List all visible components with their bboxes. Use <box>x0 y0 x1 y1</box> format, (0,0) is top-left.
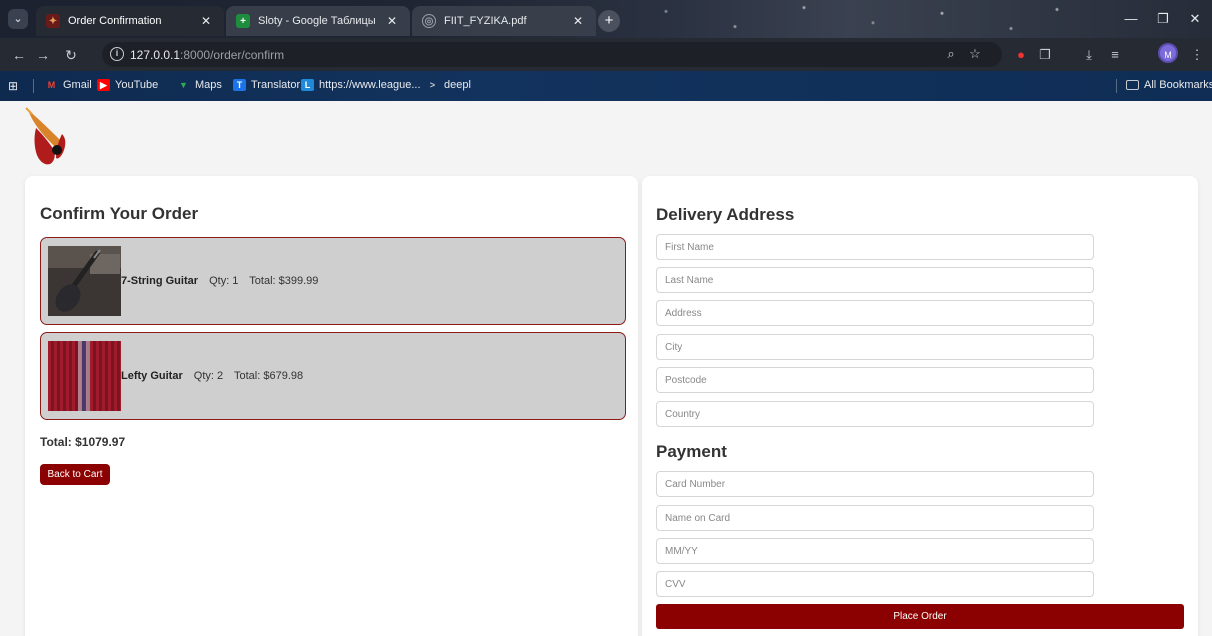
tab-order-confirmation[interactable]: ✦ Order Confirmation ✕ <box>36 6 224 36</box>
close-icon[interactable]: ✕ <box>198 14 214 28</box>
order-item-details: 7-String Guitar Qty: 1 Total: $399.99 <box>121 275 326 287</box>
product-image <box>48 246 121 316</box>
sheets-icon: + <box>236 14 250 28</box>
address-field[interactable] <box>656 300 1094 326</box>
reading-list-icon[interactable]: ≡ <box>1104 44 1126 66</box>
card-number-field[interactable] <box>656 471 1094 497</box>
last-name-field[interactable] <box>656 267 1094 293</box>
bookmark-separator <box>1116 79 1117 93</box>
download-icon[interactable]: ⤓ <box>1078 44 1100 66</box>
product-total: Total: $679.98 <box>234 370 304 382</box>
product-total: Total: $399.99 <box>249 275 319 287</box>
browser-toolbar: ← → ↻ i 127.0.0.1:8000/order/confirm ⌕ ☆… <box>0 38 1212 71</box>
minimize-icon[interactable]: — <box>1116 8 1146 30</box>
expiry-field[interactable] <box>656 538 1094 564</box>
close-icon[interactable]: ✕ <box>570 14 586 28</box>
folder-icon <box>1126 80 1139 90</box>
site-info-icon[interactable]: i <box>110 47 124 61</box>
tab-title: FIIT_FYZIKA.pdf <box>444 15 527 27</box>
bookmark-league[interactable]: L https://www.league... <box>301 79 421 91</box>
product-image <box>48 341 121 411</box>
tab-title: Order Confirmation <box>68 15 162 27</box>
zoom-icon[interactable]: ⌕ <box>940 43 962 65</box>
product-quantity: Qty: 1 <box>209 275 239 287</box>
site-logo[interactable] <box>22 106 80 166</box>
youtube-icon: ▶ <box>97 79 110 91</box>
product-name: 7-String Guitar <box>121 275 199 287</box>
globe-icon: ◎ <box>422 14 436 28</box>
opera-extension-icon[interactable]: ● <box>1010 44 1032 66</box>
site-favicon-icon: ✦ <box>46 14 60 28</box>
theme-background <box>620 0 1080 38</box>
bookmark-gmail[interactable]: M Gmail <box>45 79 92 91</box>
new-tab-button[interactable]: + <box>598 10 620 32</box>
order-total: Total: $1079.97 <box>40 435 126 449</box>
reload-icon[interactable]: ↻ <box>60 44 82 66</box>
league-icon: L <box>301 79 314 91</box>
order-item: Lefty Guitar Qty: 2 Total: $679.98 <box>40 332 626 420</box>
name-on-card-field[interactable] <box>656 505 1094 531</box>
tab-fiit-fyzika-pdf[interactable]: ◎ FIIT_FYZIKA.pdf ✕ <box>412 6 596 36</box>
gmail-icon: M <box>47 80 56 90</box>
deepl-icon: > <box>429 80 436 90</box>
translator-icon: T <box>233 79 246 91</box>
address-bar[interactable]: i 127.0.0.1:8000/order/confirm ⌕ ☆ <box>102 42 1002 67</box>
order-item: 7-String Guitar Qty: 1 Total: $399.99 <box>40 237 626 325</box>
restore-icon[interactable]: ❐ <box>1148 8 1178 30</box>
tab-search-icon[interactable]: ⌄ <box>8 9 28 29</box>
back-to-cart-button[interactable]: Back to Cart <box>40 464 110 485</box>
country-field[interactable] <box>656 401 1094 427</box>
page-title: Confirm Your Order <box>40 204 199 223</box>
product-quantity: Qty: 2 <box>193 370 224 382</box>
all-bookmarks-button[interactable]: All Bookmarks <box>1126 79 1212 91</box>
back-icon[interactable]: ← <box>8 44 30 66</box>
bookmarks-bar: ⊞ M Gmail ▶ YouTube ▼ Maps T Translator … <box>0 71 1212 101</box>
browser-tab-strip: ⌄ ✦ Order Confirmation ✕ + Sloty - Googl… <box>0 0 1212 38</box>
menu-icon[interactable]: ⋮ <box>1186 44 1208 66</box>
tab-title: Sloty - Google Таблицы <box>258 15 376 27</box>
place-order-button[interactable]: Place Order <box>656 604 1184 629</box>
product-name: Lefty Guitar <box>121 370 183 382</box>
bookmark-maps[interactable]: ▼ Maps <box>177 79 222 91</box>
window-close-icon[interactable]: ✕ <box>1180 8 1210 30</box>
delivery-heading: Delivery Address <box>656 205 795 224</box>
bookmark-youtube[interactable]: ▶ YouTube <box>97 79 158 91</box>
bookmark-separator <box>33 79 34 93</box>
tab-sloty-sheets[interactable]: + Sloty - Google Таблицы ✕ <box>226 6 410 36</box>
url-text[interactable]: 127.0.0.1:8000/order/confirm <box>130 48 284 62</box>
forward-icon[interactable]: → <box>32 44 54 66</box>
bookmark-deepl[interactable]: > deepl <box>426 79 471 91</box>
city-field[interactable] <box>656 334 1094 360</box>
payment-heading: Payment <box>656 442 727 461</box>
bookmark-star-icon[interactable]: ☆ <box>964 43 986 65</box>
maps-icon: ▼ <box>179 80 188 90</box>
first-name-field[interactable] <box>656 234 1094 260</box>
postcode-field[interactable] <box>656 367 1094 393</box>
extensions-icon[interactable]: ❐ <box>1034 44 1056 66</box>
profile-avatar[interactable]: M <box>1158 43 1178 63</box>
bookmark-translator[interactable]: T Translator <box>233 79 300 91</box>
apps-grid-icon[interactable]: ⊞ <box>8 79 18 93</box>
close-icon[interactable]: ✕ <box>384 14 400 28</box>
order-item-details: Lefty Guitar Qty: 2 Total: $679.98 <box>121 370 311 382</box>
cvv-field[interactable] <box>656 571 1094 597</box>
